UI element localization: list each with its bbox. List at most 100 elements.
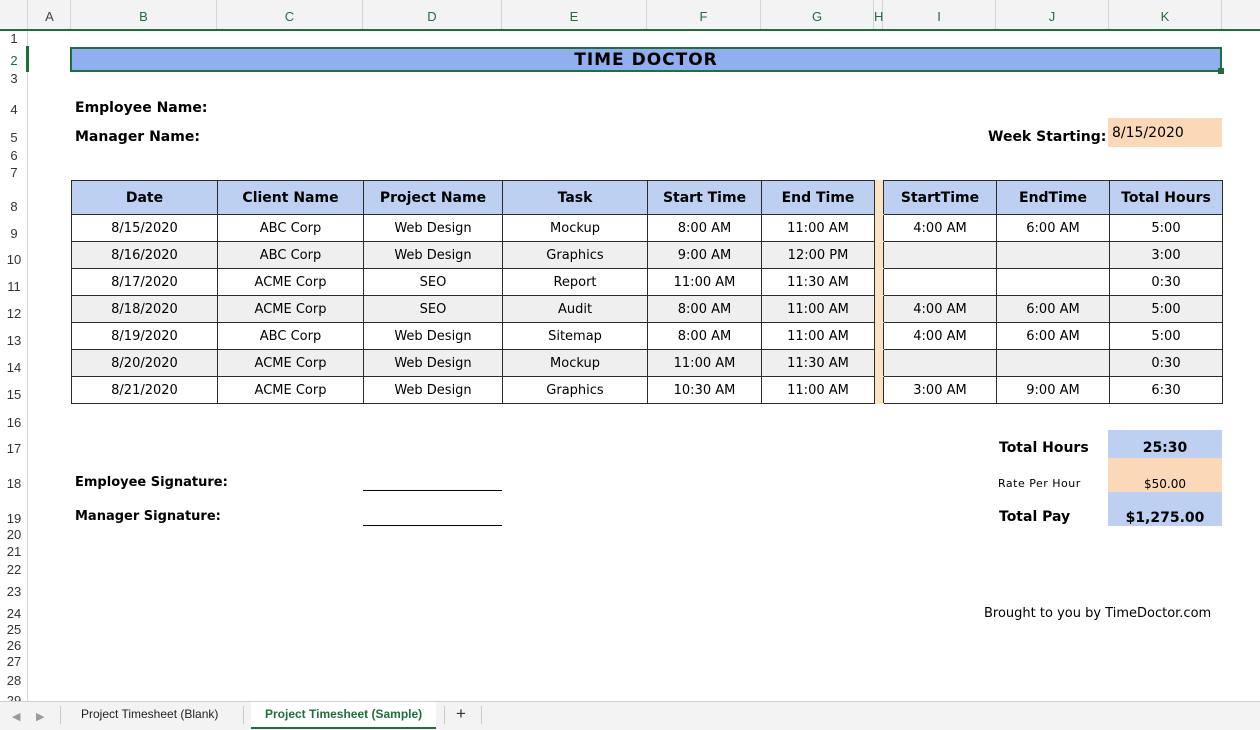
cell-start-time[interactable]: 8:00 AM (647, 295, 762, 323)
cell-end-time-2[interactable] (996, 241, 1110, 269)
column-header-j[interactable]: J (996, 0, 1109, 29)
row-header[interactable]: 18 (0, 476, 28, 491)
sheet-tab-blank[interactable]: Project Timesheet (Blank) (67, 702, 232, 729)
cell-start-time-2[interactable]: 4:00 AM (883, 295, 997, 323)
row-header[interactable]: 27 (0, 654, 28, 669)
row-header[interactable]: 23 (0, 584, 28, 599)
cell-client[interactable]: ABC Corp (217, 241, 364, 269)
cell-task[interactable]: Audit (502, 295, 648, 323)
cell-end-time-2[interactable] (996, 349, 1110, 377)
header-start-time[interactable]: Start Time (647, 180, 762, 215)
manager-signature-line[interactable] (363, 525, 502, 526)
selection-fill-handle[interactable] (1218, 68, 1224, 74)
row-header[interactable]: 24 (0, 606, 28, 621)
cell-end-time[interactable]: 11:30 AM (761, 268, 875, 296)
cell-total-hours[interactable]: 3:00 (1109, 241, 1223, 269)
row-header[interactable]: 15 (0, 387, 28, 402)
cell-end-time-2[interactable]: 6:00 AM (996, 322, 1110, 350)
row-header[interactable]: 10 (0, 252, 28, 267)
row-header[interactable]: 26 (0, 638, 28, 653)
cell-total-hours[interactable]: 6:30 (1109, 376, 1223, 404)
cell-start-time-2[interactable] (883, 349, 997, 377)
cell-end-time[interactable]: 11:30 AM (761, 349, 875, 377)
cell-start-time-2[interactable]: 3:00 AM (883, 376, 997, 404)
row-header[interactable]: 21 (0, 544, 28, 559)
cell-client[interactable]: ABC Corp (217, 322, 364, 350)
cell-start-time[interactable]: 8:00 AM (647, 322, 762, 350)
header-start-time-2[interactable]: StartTime (883, 180, 997, 215)
row-header[interactable]: 16 (0, 415, 28, 430)
employee-signature-line[interactable] (363, 490, 502, 491)
cell-project[interactable]: SEO (363, 268, 503, 296)
cell-start-time-2[interactable]: 4:00 AM (883, 214, 997, 242)
cell-total-hours[interactable]: 5:00 (1109, 322, 1223, 350)
column-header-g[interactable]: G (761, 0, 874, 29)
scroll-left-icon[interactable]: ◀ (12, 710, 20, 723)
cell-end-time[interactable]: 11:00 AM (761, 214, 875, 242)
cell-date[interactable]: 8/18/2020 (71, 295, 218, 323)
cell-total-hours[interactable]: 5:00 (1109, 295, 1223, 323)
header-task[interactable]: Task (502, 180, 648, 215)
cell-start-time[interactable]: 11:00 AM (647, 349, 762, 377)
row-header[interactable]: 13 (0, 333, 28, 348)
cell-start-time-2[interactable] (883, 268, 997, 296)
cell-project[interactable]: Web Design (363, 349, 503, 377)
cell-task[interactable]: Mockup (502, 349, 648, 377)
cell-task[interactable]: Graphics (502, 376, 648, 404)
cell-date[interactable]: 8/16/2020 (71, 241, 218, 269)
column-header-k[interactable]: K (1109, 0, 1222, 29)
cell-project[interactable]: SEO (363, 295, 503, 323)
column-header-c[interactable]: C (217, 0, 363, 29)
cell-task[interactable]: Report (502, 268, 648, 296)
row-header[interactable]: 22 (0, 562, 28, 577)
cell-end-time-2[interactable]: 6:00 AM (996, 295, 1110, 323)
row-header[interactable]: 17 (0, 441, 28, 456)
row-header[interactable]: 5 (0, 130, 28, 145)
row-header[interactable]: 19 (0, 511, 28, 526)
week-starting-value[interactable]: 8/15/2020 (1108, 118, 1222, 147)
cell-total-hours[interactable]: 0:30 (1109, 268, 1223, 296)
cell-end-time[interactable]: 11:00 AM (761, 322, 875, 350)
cell-client[interactable]: ACME Corp (217, 376, 364, 404)
cell-total-hours[interactable]: 5:00 (1109, 214, 1223, 242)
row-header[interactable]: 2 (0, 53, 28, 68)
cell-end-time-2[interactable]: 6:00 AM (996, 214, 1110, 242)
row-header[interactable]: 6 (0, 148, 28, 163)
header-end-time-2[interactable]: EndTime (996, 180, 1110, 215)
cell-total-hours[interactable]: 0:30 (1109, 349, 1223, 377)
header-date[interactable]: Date (71, 180, 218, 215)
cell-start-time-2[interactable]: 4:00 AM (883, 322, 997, 350)
cell-start-time-2[interactable] (883, 241, 997, 269)
row-header[interactable]: 7 (0, 165, 28, 180)
cell-date[interactable]: 8/20/2020 (71, 349, 218, 377)
row-header[interactable]: 4 (0, 102, 28, 117)
row-header[interactable]: 28 (0, 673, 28, 688)
cell-end-time[interactable]: 11:00 AM (761, 376, 875, 404)
header-client-name[interactable]: Client Name (217, 180, 364, 215)
total-hours-value[interactable]: 25:30 (1108, 430, 1222, 458)
row-header[interactable]: 12 (0, 306, 28, 321)
cell-task[interactable]: Sitemap (502, 322, 648, 350)
cell-client[interactable]: ACME Corp (217, 295, 364, 323)
cell-client[interactable]: ACME Corp (217, 349, 364, 377)
cell-date[interactable]: 8/15/2020 (71, 214, 218, 242)
column-header-d[interactable]: D (363, 0, 502, 29)
row-header[interactable]: 11 (0, 279, 28, 294)
row-header[interactable]: 8 (0, 199, 28, 214)
cell-project[interactable]: Web Design (363, 241, 503, 269)
cell-end-time[interactable]: 12:00 PM (761, 241, 875, 269)
cell-start-time[interactable]: 8:00 AM (647, 214, 762, 242)
row-header[interactable]: 20 (0, 527, 28, 542)
rate-per-hour-value[interactable]: $50.00 (1108, 458, 1222, 492)
total-pay-value[interactable]: $1,275.00 (1108, 492, 1222, 526)
add-sheet-icon[interactable]: + (456, 704, 466, 724)
cell-client[interactable]: ABC Corp (217, 214, 364, 242)
cell-task[interactable]: Mockup (502, 214, 648, 242)
column-header-e[interactable]: E (502, 0, 647, 29)
cell-task[interactable]: Graphics (502, 241, 648, 269)
cell-end-time[interactable]: 11:00 AM (761, 295, 875, 323)
scroll-right-icon[interactable]: ▶ (36, 710, 44, 723)
row-header[interactable]: 25 (0, 622, 28, 637)
row-header[interactable]: 1 (0, 31, 28, 46)
cell-start-time[interactable]: 9:00 AM (647, 241, 762, 269)
